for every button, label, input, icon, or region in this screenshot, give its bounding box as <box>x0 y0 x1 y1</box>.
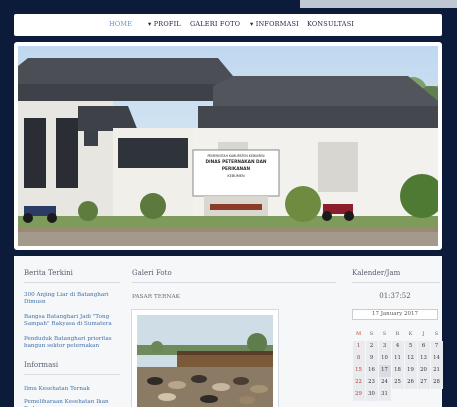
calendar-week-row: 1234567 <box>352 341 444 353</box>
kalender-title: Kalender/Jam <box>352 269 401 277</box>
berita-title: Berita Terkini <box>24 269 73 277</box>
info-link-1[interactable]: Ilmu Kesehatan Ternak <box>24 386 120 393</box>
calendar-day[interactable]: 14 <box>430 353 443 365</box>
calendar-week-row: 15 16 17 18 19 20 21 <box>352 365 444 377</box>
day-header: R <box>395 331 400 337</box>
calendar-day[interactable]: 22 <box>352 377 365 389</box>
calendar-day[interactable]: 4 <box>391 341 404 353</box>
calendar-day[interactable]: 25 <box>391 377 404 389</box>
berita-link-1[interactable]: 300 Anjing Liar di Batanghari Dimusn <box>24 292 120 306</box>
livestock-market-illustration <box>137 315 273 407</box>
day-header: S <box>434 331 439 337</box>
calendar-day[interactable]: 9 <box>365 353 378 365</box>
sign-line-4: KEBUMEN <box>227 174 245 178</box>
calendar-day[interactable]: 21 <box>430 365 443 377</box>
calendar-day[interactable]: 8 <box>352 353 365 365</box>
nav-konsultasi[interactable]: KONSULTASI <box>307 20 354 28</box>
top-edge-strip <box>300 0 457 8</box>
calendar-day[interactable]: 18 <box>391 365 404 377</box>
calendar-day[interactable]: 2 <box>365 341 378 353</box>
day-header: M <box>355 331 362 337</box>
livestock-market-photo[interactable] <box>137 315 273 407</box>
calendar-day[interactable]: 17 <box>378 365 391 377</box>
calendar-empty-cell <box>391 389 404 401</box>
sign-line-2: DINAS PETERNAKAN DAN PERIKANAN <box>205 160 267 172</box>
calendar-day[interactable]: 19 <box>404 365 417 377</box>
calendar-day[interactable]: 27 <box>417 377 430 389</box>
calendar-empty-cell <box>404 389 417 401</box>
berita-divider <box>24 282 120 283</box>
hero-building-photo: PEMERINTAH KABUPATEN KEBUMEN DINAS PETER… <box>18 46 438 246</box>
building-sign-text: PEMERINTAH KABUPATEN KEBUMEN DINAS PETER… <box>196 154 276 179</box>
calendar-day[interactable]: 29 <box>352 389 365 401</box>
nav-profil[interactable]: ▾ PROFIL <box>148 20 181 28</box>
calendar-day[interactable]: 26 <box>404 377 417 389</box>
calendar-day[interactable]: 10 <box>378 353 391 365</box>
berita-link-3[interactable]: Penduduk Batanghari prioritas bangun sek… <box>24 336 120 350</box>
calendar-day[interactable]: 5 <box>404 341 417 353</box>
calendar-day[interactable]: 28 <box>430 377 443 389</box>
informasi-title: Informasi <box>24 361 59 369</box>
main-nav: HOME ▾ PROFIL GALERI FOTO ▾ INFORMASI KO… <box>14 14 442 36</box>
digital-clock: 01:37:52 <box>379 292 411 300</box>
nav-informasi[interactable]: ▾ INFORMASI <box>250 20 299 28</box>
calendar-day[interactable]: 31 <box>378 389 391 401</box>
calendar-day[interactable]: 12 <box>404 353 417 365</box>
calendar-day[interactable]: 15 <box>352 365 365 377</box>
calendar-empty-cell <box>430 389 443 401</box>
calendar-day-headers: M S S R K J S <box>352 329 444 341</box>
calendar-day[interactable]: 16 <box>365 365 378 377</box>
info-link-2[interactable]: Pemeliharaan Kesehatan Ikan Pada <box>24 399 120 407</box>
calendar-day[interactable]: 11 <box>391 353 404 365</box>
informasi-divider <box>24 374 120 375</box>
calendar-widget: M S S R K J S 1 2 3 4 5 6 7 8 9 10 11 12 13 14 15 16 17 1… <box>352 329 444 401</box>
calendar-day[interactable]: 24 <box>378 377 391 389</box>
calendar-grid: 1 2 3 4 5 6 7 8 9 10 11 12 13 14 15 16 17 18 19 20 21 22 23 24 2… <box>352 341 444 401</box>
day-header: K <box>408 331 413 337</box>
galeri-caption: PASAR TERNAK <box>132 294 180 300</box>
calendar-empty-cell <box>417 389 430 401</box>
calendar-day[interactable]: 3 <box>378 341 391 353</box>
day-header: S <box>369 331 374 337</box>
hero-banner: PEMERINTAH KABUPATEN KEBUMEN DINAS PETER… <box>14 42 442 250</box>
kalender-divider <box>352 282 440 283</box>
calendar-day[interactable]: 1 <box>352 341 365 353</box>
calendar-week-row: 22 23 24 25 26 27 28 <box>352 377 444 389</box>
calendar-week-row: 29 30 31 <box>352 389 444 401</box>
building-illustration <box>18 46 438 246</box>
date-field[interactable]: 17 January 2017 <box>352 309 438 320</box>
galeri-title: Galeri Foto <box>132 269 172 277</box>
berita-link-2[interactable]: Bangsa Batanghari Jadi "Tong Sampah" Rak… <box>24 314 120 328</box>
calendar-day[interactable]: 20 <box>417 365 430 377</box>
calendar-day[interactable]: 30 <box>365 389 378 401</box>
nav-home[interactable]: HOME <box>109 20 132 28</box>
calendar-day[interactable]: 23 <box>365 377 378 389</box>
calendar-day[interactable]: 6 <box>417 341 430 353</box>
day-header: S <box>382 331 387 337</box>
calendar-week-row: 8 9 10 11 12 13 14 <box>352 353 444 365</box>
nav-galeri-foto[interactable]: GALERI FOTO <box>190 20 240 28</box>
galeri-photo-frame[interactable] <box>131 309 279 407</box>
calendar-day[interactable]: 7 <box>430 341 443 353</box>
calendar-day[interactable]: 13 <box>417 353 430 365</box>
galeri-divider <box>132 282 336 283</box>
day-header: J <box>422 331 425 337</box>
